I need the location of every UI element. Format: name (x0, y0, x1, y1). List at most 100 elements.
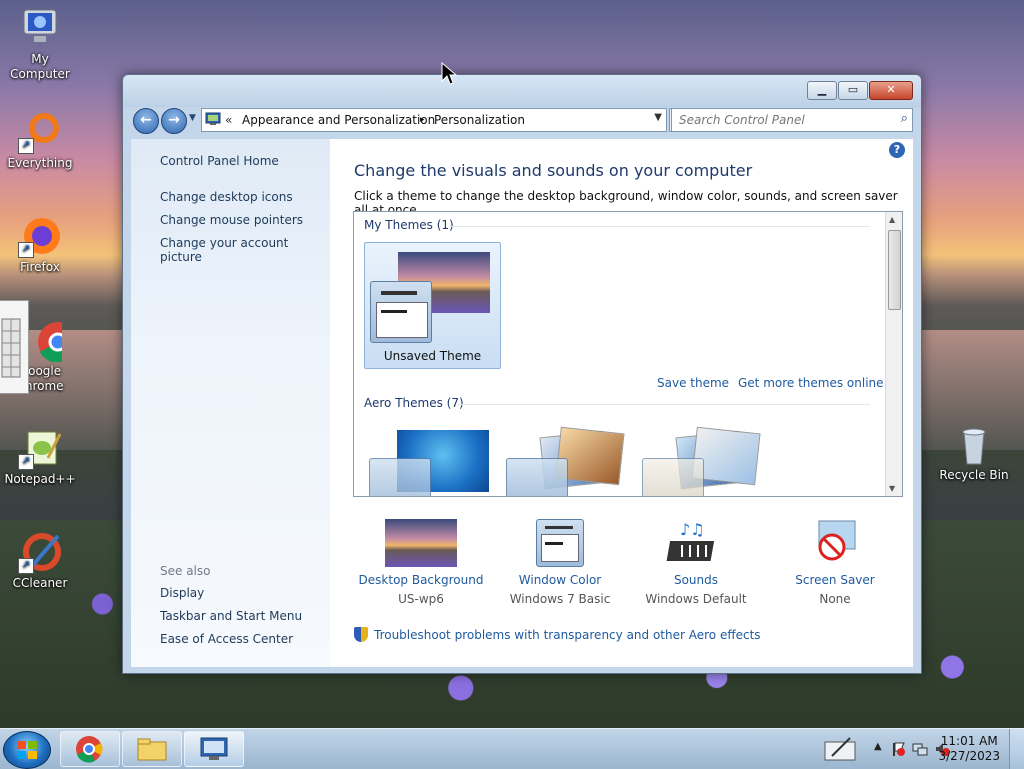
taskbar-control-panel-button[interactable] (184, 731, 244, 767)
forward-button[interactable]: → (161, 108, 187, 134)
desktop-icon-label: My Computer (10, 52, 70, 81)
desktop-icon-ccleaner[interactable]: ↗ CCleaner (0, 530, 80, 591)
close-icon: ✕ (886, 83, 896, 96)
save-theme-link[interactable]: Save theme (657, 376, 729, 390)
taskbar-explorer-button[interactable] (122, 731, 182, 767)
minimize-button[interactable]: ▁ (807, 81, 837, 100)
desktop-icon-notepadpp[interactable]: ↗ Notepad++ (0, 426, 80, 487)
desktop-icon-label: Notepad++ (4, 472, 76, 486)
svg-text:♪♫: ♪♫ (680, 520, 705, 539)
desktop-icon-everything[interactable]: ↗ Everything (0, 110, 80, 171)
forward-arrow-icon: → (168, 112, 180, 128)
shortcut-arrow-icon: ↗ (18, 454, 34, 470)
action-center-flag-icon[interactable] (890, 741, 906, 757)
unsaved-theme-tile[interactable]: Unsaved Theme (364, 242, 501, 369)
aero-themes-heading: Aero Themes (7) (364, 396, 464, 410)
breadcrumb-personalization[interactable]: Personalization (434, 113, 525, 127)
theme-label: Unsaved Theme (383, 349, 482, 363)
shield-icon (354, 627, 368, 642)
system-tray: ▲ 11:01 AM 3/27/2023 (794, 729, 1024, 769)
change-mouse-pointers-link[interactable]: Change mouse pointers (160, 213, 303, 227)
aero-theme-architecture[interactable] (504, 426, 629, 496)
show-desktop-button[interactable] (1009, 729, 1024, 769)
window-color-preview (642, 458, 704, 496)
get-more-themes-link[interactable]: Get more themes online (738, 376, 884, 390)
computer-icon (18, 6, 62, 50)
input-panel-icon[interactable] (824, 736, 856, 762)
window-color-icon (524, 519, 596, 567)
screen-saver-option[interactable]: Screen Saver None (770, 519, 900, 606)
chevron-down-icon: ▼ (189, 113, 196, 123)
help-icon[interactable]: ? (889, 142, 905, 158)
scroll-up-icon[interactable]: ▲ (889, 215, 895, 224)
windows-logo-icon (17, 741, 37, 759)
option-value: None (819, 592, 851, 606)
my-themes-heading: My Themes (1) (364, 218, 454, 232)
option-value: Windows Default (645, 592, 747, 606)
sounds-icon: ♪♫ (660, 519, 732, 567)
address-dropdown-icon[interactable]: ▼ (654, 112, 662, 123)
chrome-icon (76, 736, 103, 763)
change-desktop-icons-link[interactable]: Change desktop icons (160, 190, 293, 204)
back-button[interactable]: ← (133, 108, 159, 134)
desktop-icon-label: Recycle Bin (939, 468, 1009, 482)
show-hidden-icons-icon[interactable]: ▲ (874, 741, 882, 752)
scrollbar-thumb[interactable] (888, 230, 901, 310)
close-button[interactable]: ✕ (869, 81, 913, 100)
title-bar[interactable]: ▁ ▭ ✕ (123, 75, 921, 107)
maximize-button[interactable]: ▭ (838, 81, 868, 100)
network-icon[interactable] (912, 741, 928, 757)
theme-list-scrollbar[interactable]: ▲ ▼ (885, 212, 902, 496)
folder-icon (137, 738, 167, 761)
breadcrumb-overflow[interactable]: « (225, 113, 232, 127)
start-button[interactable] (3, 731, 51, 769)
screen-saver-icon (799, 519, 871, 567)
sounds-option[interactable]: ♪♫ Sounds Windows Default (631, 519, 761, 606)
display-link[interactable]: Display (160, 586, 204, 600)
search-icon[interactable]: ⌕ (901, 111, 908, 126)
personalization-window: ▁ ▭ ✕ ← → ▼ « Appearance and Personaliza… (122, 74, 922, 674)
desktop-icon-my-computer[interactable]: My Computer (0, 6, 80, 82)
firefox-icon: ↗ (18, 214, 62, 258)
taskbar-chrome-button[interactable] (60, 731, 120, 767)
control-panel-home-link[interactable]: Control Panel Home (160, 154, 279, 168)
minimize-icon: ▁ (817, 83, 827, 96)
breadcrumb-separator-icon[interactable]: ▸ (420, 115, 425, 125)
back-arrow-icon: ← (140, 112, 152, 128)
clock-time: 11:01 AM (940, 734, 998, 748)
recent-pages-dropdown[interactable]: ▼ (189, 113, 196, 123)
navigation-bar: ← → ▼ « Appearance and Personalization ▸… (131, 107, 913, 134)
see-also-heading: See also (160, 564, 211, 578)
on-screen-keyboard-edge[interactable] (0, 300, 29, 394)
shortcut-arrow-icon: ↗ (18, 242, 34, 258)
desktop-background-icon (385, 519, 457, 567)
theme-list: My Themes (1) Unsaved Theme Save theme G… (353, 211, 903, 497)
search-placeholder: Search Control Panel (679, 113, 805, 127)
clock[interactable]: 11:01 AM 3/27/2023 (938, 734, 1000, 764)
desktop-background-option[interactable]: Desktop Background US-wp6 (356, 519, 486, 606)
mouse-cursor-icon (441, 62, 457, 85)
change-account-picture-link[interactable]: Change your account picture (160, 236, 330, 264)
shortcut-arrow-icon: ↗ (18, 558, 34, 574)
troubleshoot-link[interactable]: Troubleshoot problems with transparency … (354, 627, 761, 642)
maximize-icon: ▭ (847, 83, 859, 96)
window-color-option[interactable]: Window Color Windows 7 Basic (495, 519, 625, 606)
address-bar[interactable]: « Appearance and Personalization ▸ Perso… (201, 108, 667, 132)
scroll-down-icon[interactable]: ▼ (889, 484, 895, 493)
desktop-icon-firefox[interactable]: ↗ Firefox (0, 214, 80, 275)
recycle-bin-icon (952, 422, 996, 466)
option-value: Windows 7 Basic (509, 592, 611, 606)
option-label: Window Color (518, 573, 602, 587)
breadcrumb-appearance[interactable]: Appearance and Personalization (242, 113, 435, 127)
aero-theme-windows7[interactable] (368, 426, 493, 496)
content-area: Control Panel Home Change desktop icons … (131, 139, 913, 667)
aero-theme-nature[interactable] (640, 426, 765, 496)
divider (450, 226, 870, 227)
window-color-preview (506, 458, 568, 496)
option-label: Sounds (673, 573, 719, 587)
control-panel-icon (200, 737, 228, 760)
taskbar-start-menu-link[interactable]: Taskbar and Start Menu (160, 609, 302, 623)
search-box[interactable]: Search Control Panel ⌕ (671, 108, 913, 132)
desktop-icon-recycle-bin[interactable]: Recycle Bin (934, 422, 1014, 483)
ease-of-access-link[interactable]: Ease of Access Center (160, 632, 293, 646)
